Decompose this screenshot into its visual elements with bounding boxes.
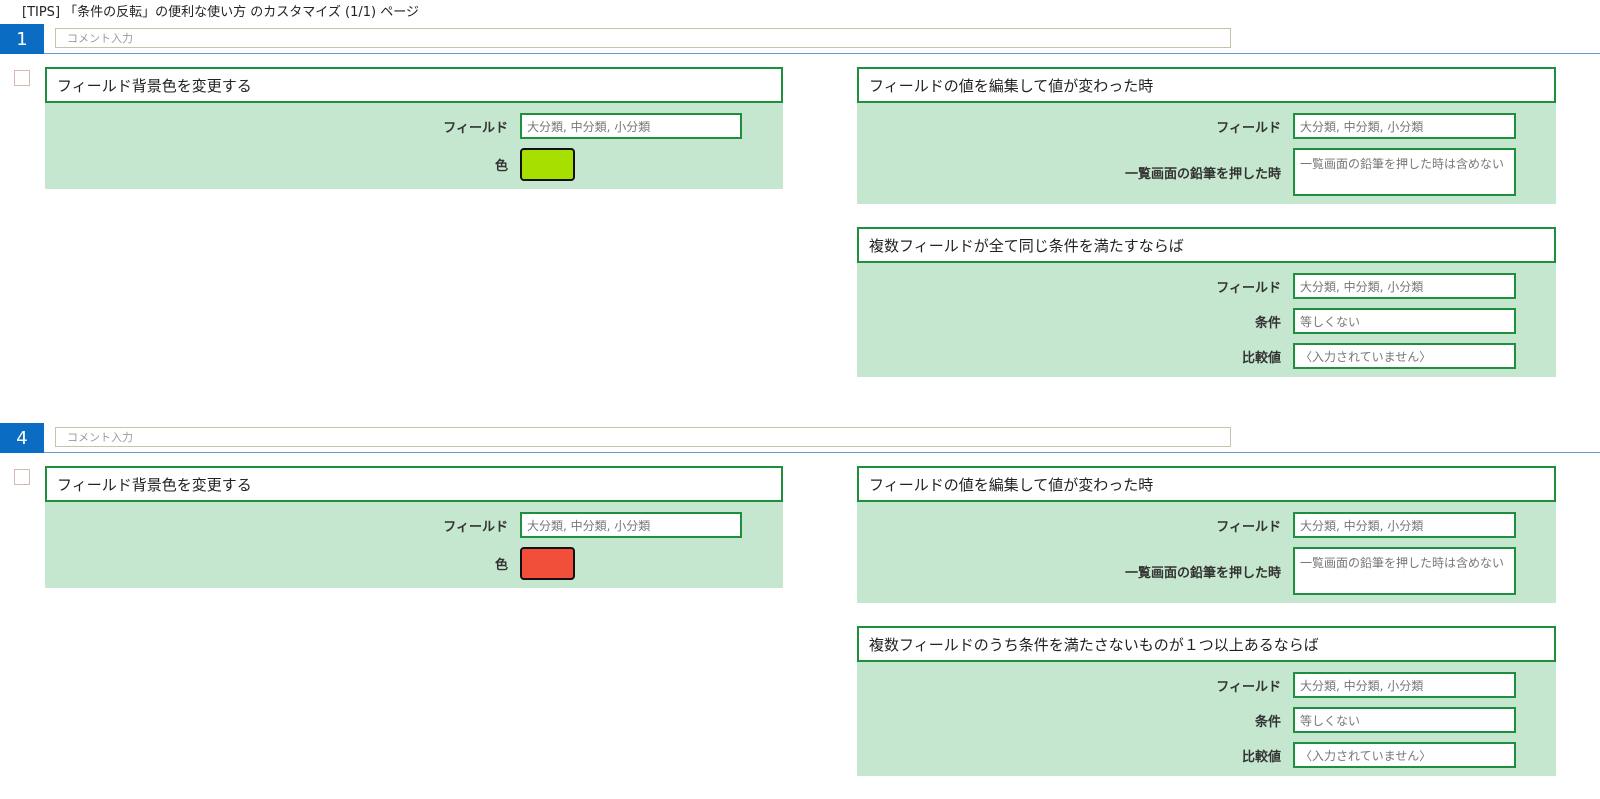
color-label: 色 (494, 558, 508, 573)
condition-title[interactable]: 複数フィールドのうち条件を満たさないものが１つ以上あるならば (857, 626, 1556, 662)
action-card: フィールド背景色を変更する フィールド 大分類, 中分類, 小分類 色 (45, 466, 783, 588)
field-value[interactable]: 大分類, 中分類, 小分類 (520, 512, 742, 538)
trigger-card: フィールドの値を編集して値が変わった時 フィールド 大分類, 中分類, 小分類 … (857, 67, 1556, 204)
field-row: フィールド 大分類, 中分類, 小分類 (45, 512, 783, 538)
action-title[interactable]: フィールド背景色を変更する (45, 67, 783, 103)
condition-body: フィールド 大分類, 中分類, 小分類 条件 等しくない 比較値 〈入力されてい… (857, 263, 1556, 377)
field-value[interactable]: 大分類, 中分類, 小分類 (1293, 273, 1516, 299)
page-title: [TIPS] 「条件の反転」の便利な使い方 のカスタマイズ (1/1) ページ (22, 5, 419, 20)
color-row: 色 (45, 148, 783, 181)
trigger-body: フィールド 大分類, 中分類, 小分類 一覧画面の鉛筆を押した時 一覧画面の鉛筆… (857, 502, 1556, 603)
compare-label: 比較値 (1241, 749, 1281, 765)
field-row: フィールド 大分類, 中分類, 小分類 (857, 512, 1556, 538)
field-label: フィールド (443, 519, 508, 535)
condition-label: 条件 (1254, 315, 1281, 331)
condition-row: 条件 等しくない (857, 707, 1556, 733)
compare-row: 比較値 〈入力されていません〉 (857, 742, 1556, 768)
field-label: フィールド (443, 120, 508, 136)
comment-input[interactable] (55, 427, 1231, 447)
field-row: フィールド 大分類, 中分類, 小分類 (857, 672, 1556, 698)
section-4: 4 フィールド背景色を変更する フィールド 大分類, 中分類, 小分類 色 フィ… (0, 423, 1600, 793)
condition-value[interactable]: 等しくない (1293, 707, 1516, 733)
condition-title[interactable]: 複数フィールドが全て同じ条件を満たすならば (857, 227, 1556, 263)
compare-label: 比較値 (1241, 350, 1281, 366)
field-label: フィールド (1216, 280, 1281, 296)
condition-body: フィールド 大分類, 中分類, 小分類 条件 等しくない 比較値 〈入力されてい… (857, 662, 1556, 776)
color-row: 色 (45, 547, 783, 580)
trigger-card: フィールドの値を編集して値が変わった時 フィールド 大分類, 中分類, 小分類 … (857, 466, 1556, 603)
section-divider (44, 452, 1600, 453)
condition-value[interactable]: 等しくない (1293, 308, 1516, 334)
field-value[interactable]: 大分類, 中分類, 小分類 (520, 113, 742, 139)
field-value[interactable]: 大分類, 中分類, 小分類 (1293, 672, 1516, 698)
field-label: フィールド (1216, 120, 1281, 136)
pencil-label: 一覧画面の鉛筆を押した時 (1124, 565, 1281, 581)
pencil-label: 一覧画面の鉛筆を押した時 (1124, 166, 1281, 182)
color-swatch[interactable] (520, 547, 575, 580)
condition-card: 複数フィールドが全て同じ条件を満たすならば フィールド 大分類, 中分類, 小分… (857, 227, 1556, 377)
field-row: フィールド 大分類, 中分類, 小分類 (857, 113, 1556, 139)
comment-input[interactable] (55, 28, 1231, 48)
color-swatch[interactable] (520, 148, 575, 181)
color-label: 色 (494, 159, 508, 174)
pencil-value[interactable]: 一覧画面の鉛筆を押した時は含めない (1293, 547, 1516, 595)
section-number: 1 (0, 24, 44, 54)
field-value[interactable]: 大分類, 中分類, 小分類 (1293, 113, 1516, 139)
pencil-row: 一覧画面の鉛筆を押した時 一覧画面の鉛筆を押した時は含めない (857, 148, 1556, 196)
compare-value[interactable]: 〈入力されていません〉 (1293, 742, 1516, 768)
pencil-value[interactable]: 一覧画面の鉛筆を押した時は含めない (1293, 148, 1516, 196)
trigger-body: フィールド 大分類, 中分類, 小分類 一覧画面の鉛筆を押した時 一覧画面の鉛筆… (857, 103, 1556, 204)
field-label: フィールド (1216, 519, 1281, 535)
section-checkbox[interactable] (14, 469, 30, 485)
trigger-title[interactable]: フィールドの値を編集して値が変わった時 (857, 466, 1556, 502)
compare-value[interactable]: 〈入力されていません〉 (1293, 343, 1516, 369)
compare-row: 比較値 〈入力されていません〉 (857, 343, 1556, 369)
condition-row: 条件 等しくない (857, 308, 1556, 334)
condition-card: 複数フィールドのうち条件を満たさないものが１つ以上あるならば フィールド 大分類… (857, 626, 1556, 776)
action-title[interactable]: フィールド背景色を変更する (45, 466, 783, 502)
field-value[interactable]: 大分類, 中分類, 小分類 (1293, 512, 1516, 538)
action-body: フィールド 大分類, 中分類, 小分類 色 (45, 502, 783, 588)
action-body: フィールド 大分類, 中分類, 小分類 色 (45, 103, 783, 189)
action-card: フィールド背景色を変更する フィールド 大分類, 中分類, 小分類 色 (45, 67, 783, 189)
section-divider (44, 53, 1600, 54)
field-row: フィールド 大分類, 中分類, 小分類 (45, 113, 783, 139)
section-1: 1 フィールド背景色を変更する フィールド 大分類, 中分類, 小分類 色 フィ… (0, 24, 1600, 384)
field-label: フィールド (1216, 679, 1281, 695)
trigger-title[interactable]: フィールドの値を編集して値が変わった時 (857, 67, 1556, 103)
section-number: 4 (0, 423, 44, 453)
pencil-row: 一覧画面の鉛筆を押した時 一覧画面の鉛筆を押した時は含めない (857, 547, 1556, 595)
section-checkbox[interactable] (14, 70, 30, 86)
field-row: フィールド 大分類, 中分類, 小分類 (857, 273, 1556, 299)
condition-label: 条件 (1254, 714, 1281, 730)
